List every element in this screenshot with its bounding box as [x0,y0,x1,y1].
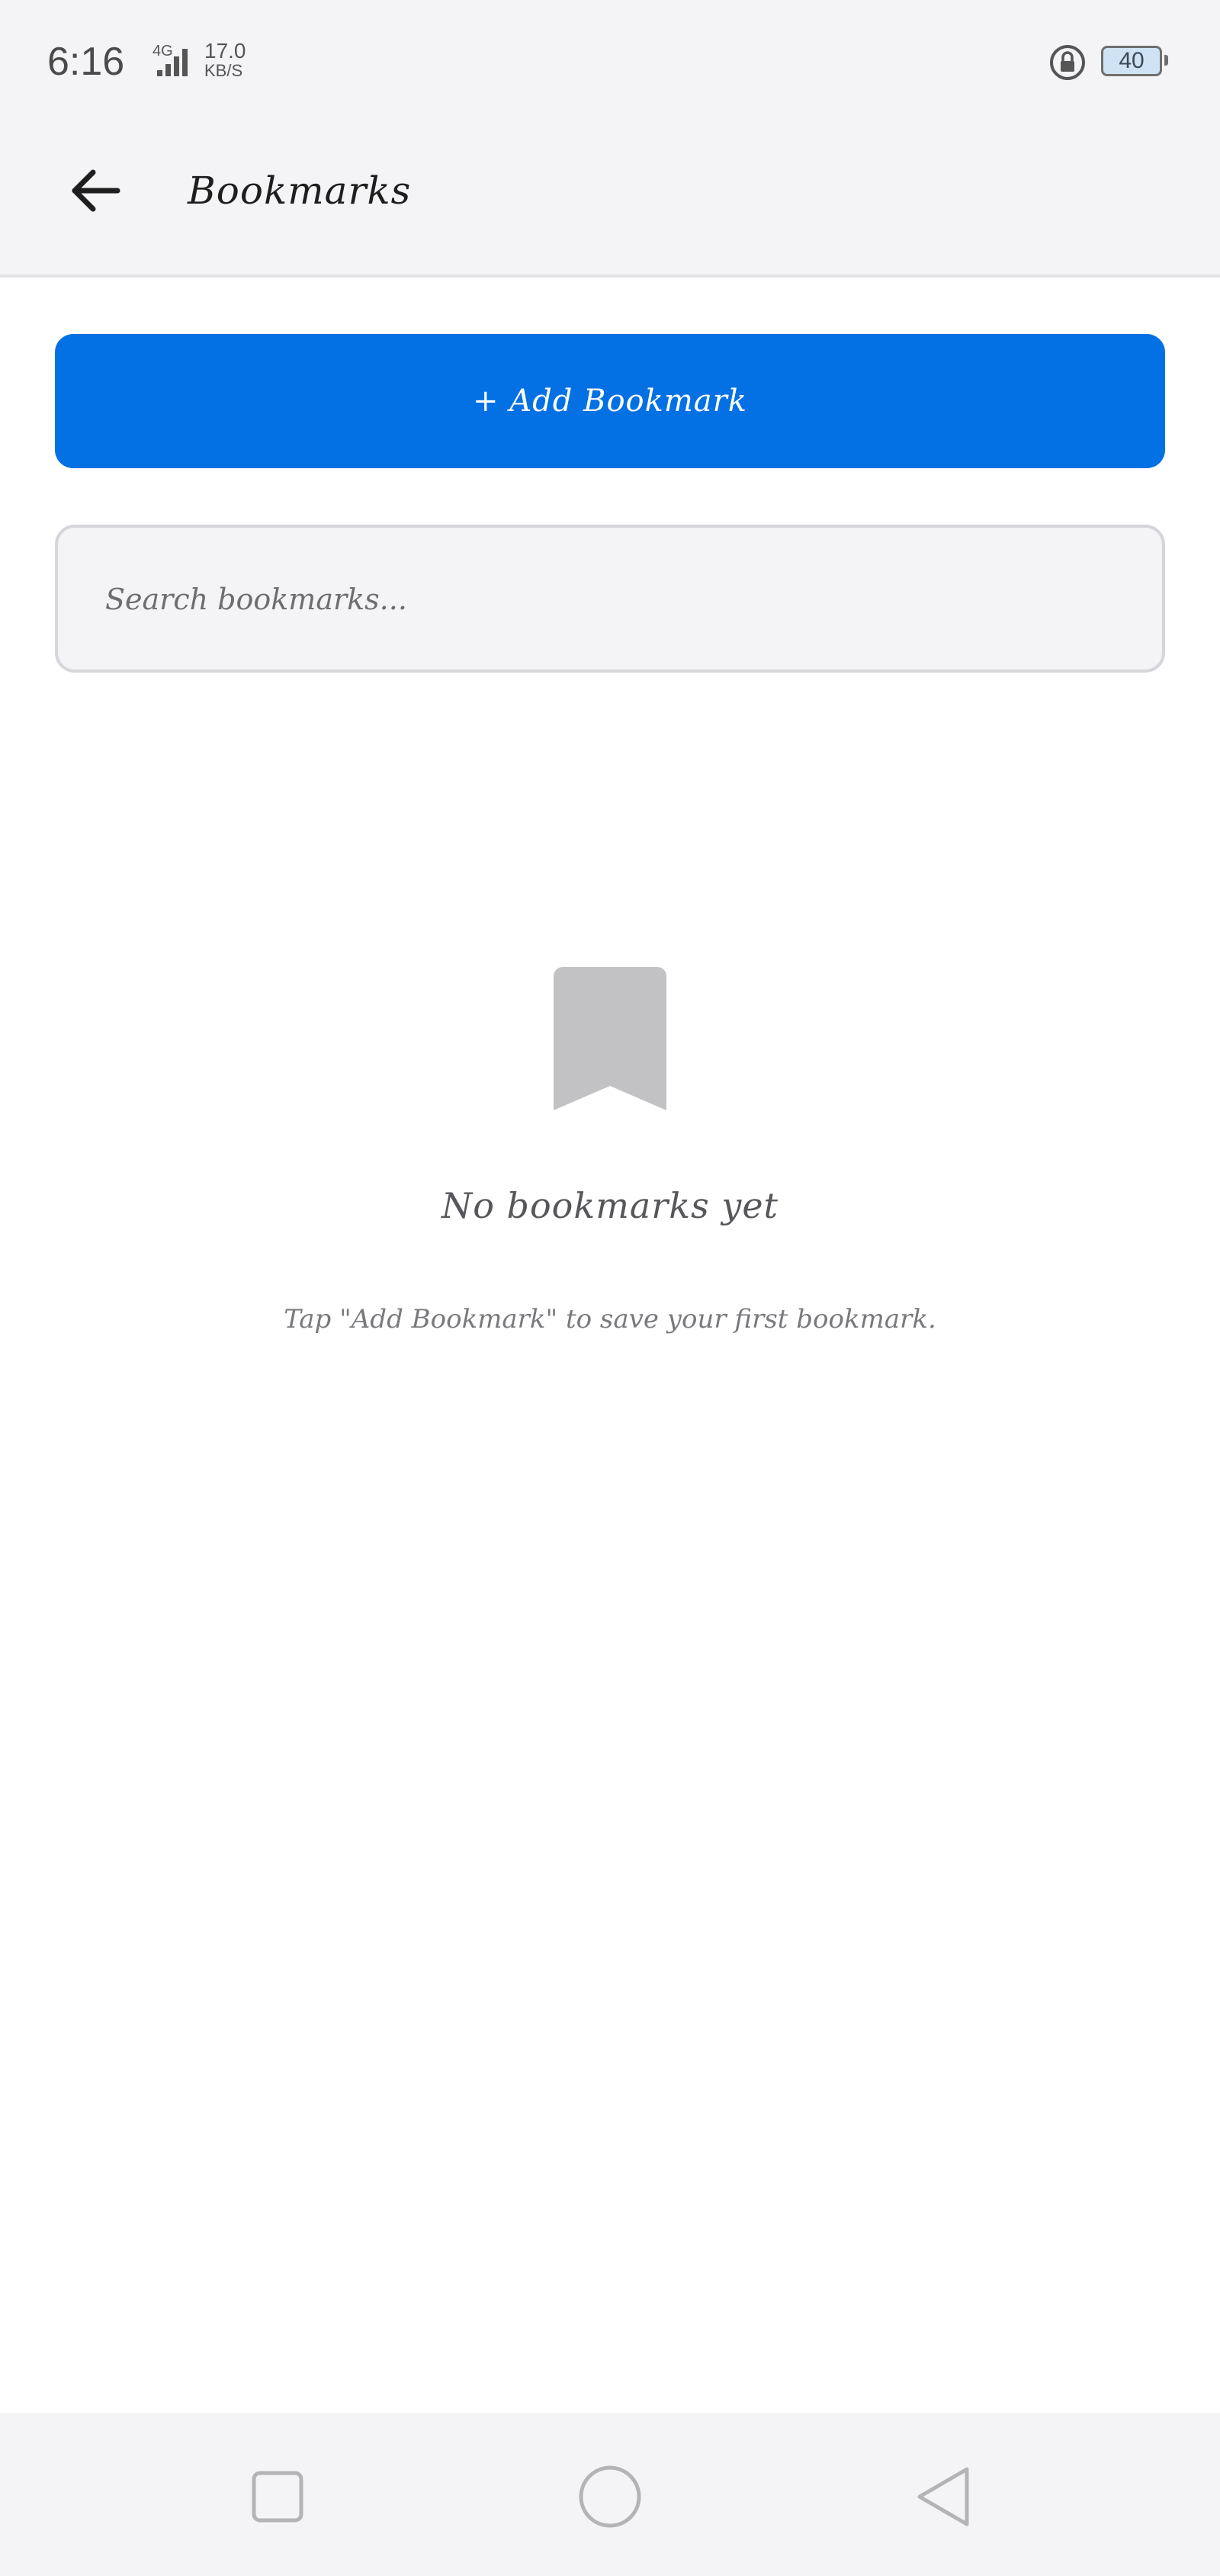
battery-icon: 40 [1101,46,1162,76]
circle-icon [579,2465,641,2528]
app-header: Bookmarks [0,122,1220,278]
add-bookmark-label: + Add Bookmark [473,384,747,419]
search-box [55,525,1165,673]
add-bookmark-button[interactable]: + Add Bookmark [55,334,1165,468]
triangle-back-icon [917,2467,969,2526]
arrow-left-icon [72,169,120,212]
recents-button[interactable] [232,2451,323,2542]
page-title: Bookmarks [188,169,412,213]
back-nav-button[interactable] [897,2451,988,2542]
status-time: 6:16 [47,40,125,84]
home-button[interactable] [564,2451,656,2542]
square-icon [252,2471,303,2523]
battery-level: 40 [1119,48,1145,73]
empty-state-title: No bookmarks yet [441,1185,779,1226]
speed-unit: KB/S [204,61,243,80]
rotation-lock-icon [1050,45,1085,80]
bookmark-icon [554,967,666,1110]
signal-icon [157,49,188,76]
speed-value: 17.0 [204,39,246,63]
search-input[interactable] [104,528,1098,671]
empty-state-hint: Tap "Add Bookmark" to save your first bo… [284,1304,936,1335]
status-bar: 6:16 4G 17.0 KB/S 40 [0,0,1220,122]
battery-tip [1164,55,1168,66]
navigation-bar [0,2413,1220,2576]
back-button[interactable] [58,154,131,227]
network-speed: 17.0 KB/S [204,39,246,81]
